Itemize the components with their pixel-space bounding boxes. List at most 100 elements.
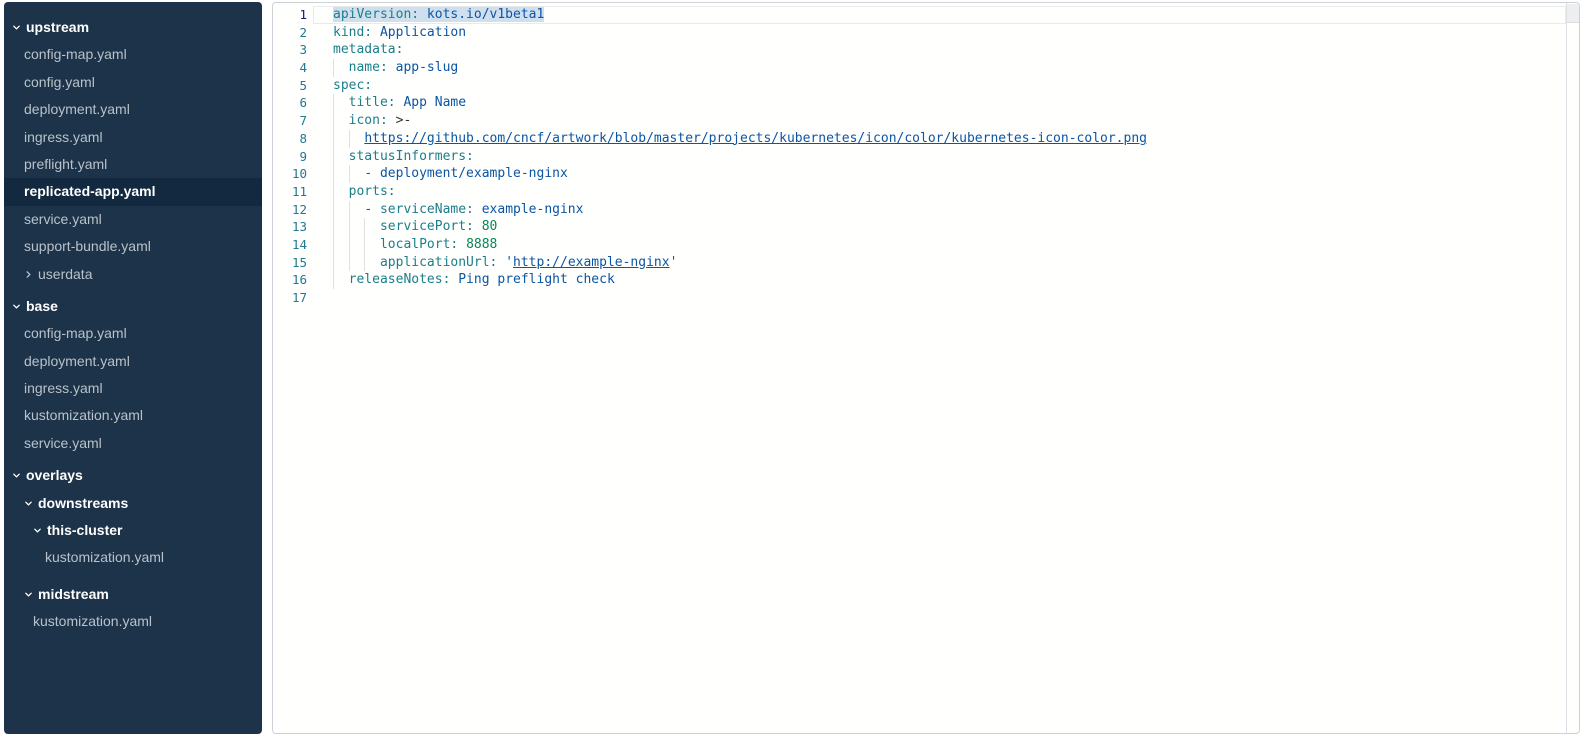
code-lines: 1apiVersion: kots.io/v1beta12 kind: Appli… <box>273 3 1579 307</box>
line-number[interactable]: 6 <box>273 94 313 112</box>
code-line[interactable]: 2 kind: Application <box>273 24 1579 42</box>
code-line[interactable]: 13 servicePort: 80 <box>273 218 1579 236</box>
code-text: localPort: 8888 <box>313 236 1566 254</box>
line-number[interactable]: 2 <box>273 24 313 42</box>
tree-item-kustomization-yaml[interactable]: kustomization.yaml <box>4 608 262 635</box>
code-line[interactable]: 17 <box>273 289 1579 307</box>
code-line[interactable]: 12 - serviceName: example-nginx <box>273 201 1579 219</box>
token-val: app-slug <box>388 60 458 75</box>
code-line[interactable]: 15 applicationUrl: 'http://example-nginx… <box>273 254 1579 272</box>
code-line[interactable]: 9 statusInformers: <box>273 148 1579 166</box>
editor-scrollbar[interactable] <box>1566 3 1579 733</box>
tree-item-deployment-yaml[interactable]: deployment.yaml <box>4 96 262 123</box>
tree-item-this-cluster[interactable]: this-cluster <box>4 517 262 544</box>
file-label: deployment.yaml <box>24 348 130 375</box>
chevron-down-icon <box>33 526 45 535</box>
indent-guide <box>349 130 350 148</box>
tree-item-base[interactable]: base <box>4 293 262 320</box>
code-line[interactable]: 11 ports: <box>273 183 1579 201</box>
line-number[interactable]: 11 <box>273 183 313 201</box>
indent-guide <box>349 236 350 254</box>
code-line[interactable]: 6 title: App Name <box>273 94 1579 112</box>
line-number[interactable]: 9 <box>273 148 313 166</box>
token-val: - deployment/example-nginx <box>364 166 568 181</box>
file-label: ingress.yaml <box>24 375 103 402</box>
folder-label: overlays <box>26 462 83 489</box>
line-number[interactable]: 12 <box>273 201 313 219</box>
tree-item-ingress-yaml[interactable]: ingress.yaml <box>4 124 262 151</box>
code-line[interactable]: 7 icon: >- <box>273 112 1579 130</box>
line-tokens: - serviceName: example-nginx <box>333 202 583 217</box>
code-text: releaseNotes: Ping preflight check <box>313 271 1566 289</box>
tree-item-config-yaml[interactable]: config.yaml <box>4 69 262 96</box>
tree-item-kustomization-yaml[interactable]: kustomization.yaml <box>4 402 262 429</box>
yaml-editor-panel[interactable]: 1apiVersion: kots.io/v1beta12 kind: Appli… <box>272 2 1580 734</box>
code-text: https://github.com/cncf/artwork/blob/mas… <box>313 130 1566 148</box>
line-number[interactable]: 13 <box>273 218 313 236</box>
token-val: ' <box>670 255 678 270</box>
indent-guide <box>333 218 334 236</box>
token-def <box>333 60 349 75</box>
tree-item-userdata[interactable]: userdata <box>4 261 262 288</box>
line-number[interactable]: 4 <box>273 59 313 77</box>
code-line[interactable]: 4 name: app-slug <box>273 59 1579 77</box>
token-def <box>333 255 380 270</box>
tree-item-midstream[interactable]: midstream <box>4 581 262 608</box>
tree-item-support-bundle-yaml[interactable]: support-bundle.yaml <box>4 233 262 260</box>
folder-label: userdata <box>38 261 92 288</box>
line-tokens: kind: Application <box>333 25 466 40</box>
token-val: kots.io/v1beta1 <box>419 7 544 22</box>
tree-item-kustomization-yaml[interactable]: kustomization.yaml <box>4 544 262 571</box>
code-line[interactable]: 14 localPort: 8888 <box>273 236 1579 254</box>
line-number[interactable]: 16 <box>273 271 313 289</box>
folder-label: this-cluster <box>47 517 122 544</box>
tree-item-upstream[interactable]: upstream <box>4 14 262 41</box>
tree-item-deployment-yaml[interactable]: deployment.yaml <box>4 348 262 375</box>
chevron-down-icon <box>12 302 24 311</box>
code-line[interactable]: 1apiVersion: kots.io/v1beta1 <box>273 6 1579 24</box>
tree-item-downstreams[interactable]: downstreams <box>4 490 262 517</box>
line-tokens: releaseNotes: Ping preflight check <box>333 272 615 287</box>
tree-item-ingress-yaml[interactable]: ingress.yaml <box>4 375 262 402</box>
indent-guide <box>333 148 334 166</box>
indent-guide <box>364 218 365 236</box>
code-line[interactable]: 3metadata: <box>273 41 1579 59</box>
line-number[interactable]: 17 <box>273 289 313 307</box>
url-link[interactable]: https://github.com/cncf/artwork/blob/mas… <box>364 131 1147 146</box>
line-number[interactable]: 10 <box>273 165 313 183</box>
line-number[interactable]: 5 <box>273 77 313 95</box>
code-line[interactable]: 10 - deployment/example-nginx <box>273 165 1579 183</box>
token-key: spec: <box>333 78 372 93</box>
tree-item-config-map-yaml[interactable]: config-map.yaml <box>4 41 262 68</box>
indent-guide <box>333 130 334 148</box>
line-tokens: applicationUrl: 'http://example-nginx' <box>333 255 677 270</box>
file-label: kustomization.yaml <box>24 402 143 429</box>
tree-item-config-map-yaml[interactable]: config-map.yaml <box>4 320 262 347</box>
line-number[interactable]: 7 <box>273 112 313 130</box>
file-label: service.yaml <box>24 430 102 457</box>
token-val: - <box>364 202 380 217</box>
tree-item-service-yaml[interactable]: service.yaml <box>4 206 262 233</box>
url-link[interactable]: http://example-nginx <box>513 255 670 270</box>
tree-item-preflight-yaml[interactable]: preflight.yaml <box>4 151 262 178</box>
token-def <box>333 95 349 110</box>
code-line[interactable]: 16 releaseNotes: Ping preflight check <box>273 271 1579 289</box>
token-key: icon: <box>349 113 388 128</box>
chevron-down-icon <box>24 590 36 599</box>
token-def: >- <box>388 113 411 128</box>
code-line[interactable]: 8 https://github.com/cncf/artwork/blob/m… <box>273 130 1579 148</box>
tree-item-service-yaml[interactable]: service.yaml <box>4 430 262 457</box>
code-text: servicePort: 80 <box>313 218 1566 236</box>
code-text: applicationUrl: 'http://example-nginx' <box>313 254 1566 272</box>
code-line[interactable]: 5 spec: <box>273 77 1579 95</box>
line-number[interactable]: 15 <box>273 254 313 272</box>
tree-item-replicated-app-yaml[interactable]: replicated-app.yaml <box>4 178 262 205</box>
line-number[interactable]: 3 <box>273 41 313 59</box>
indent-guide <box>349 218 350 236</box>
tree-item-overlays[interactable]: overlays <box>4 462 262 489</box>
code-text: spec: <box>313 77 1566 95</box>
line-number[interactable]: 1 <box>273 6 313 24</box>
line-number[interactable]: 8 <box>273 130 313 148</box>
line-number[interactable]: 14 <box>273 236 313 254</box>
line-tokens: icon: >- <box>333 113 411 128</box>
